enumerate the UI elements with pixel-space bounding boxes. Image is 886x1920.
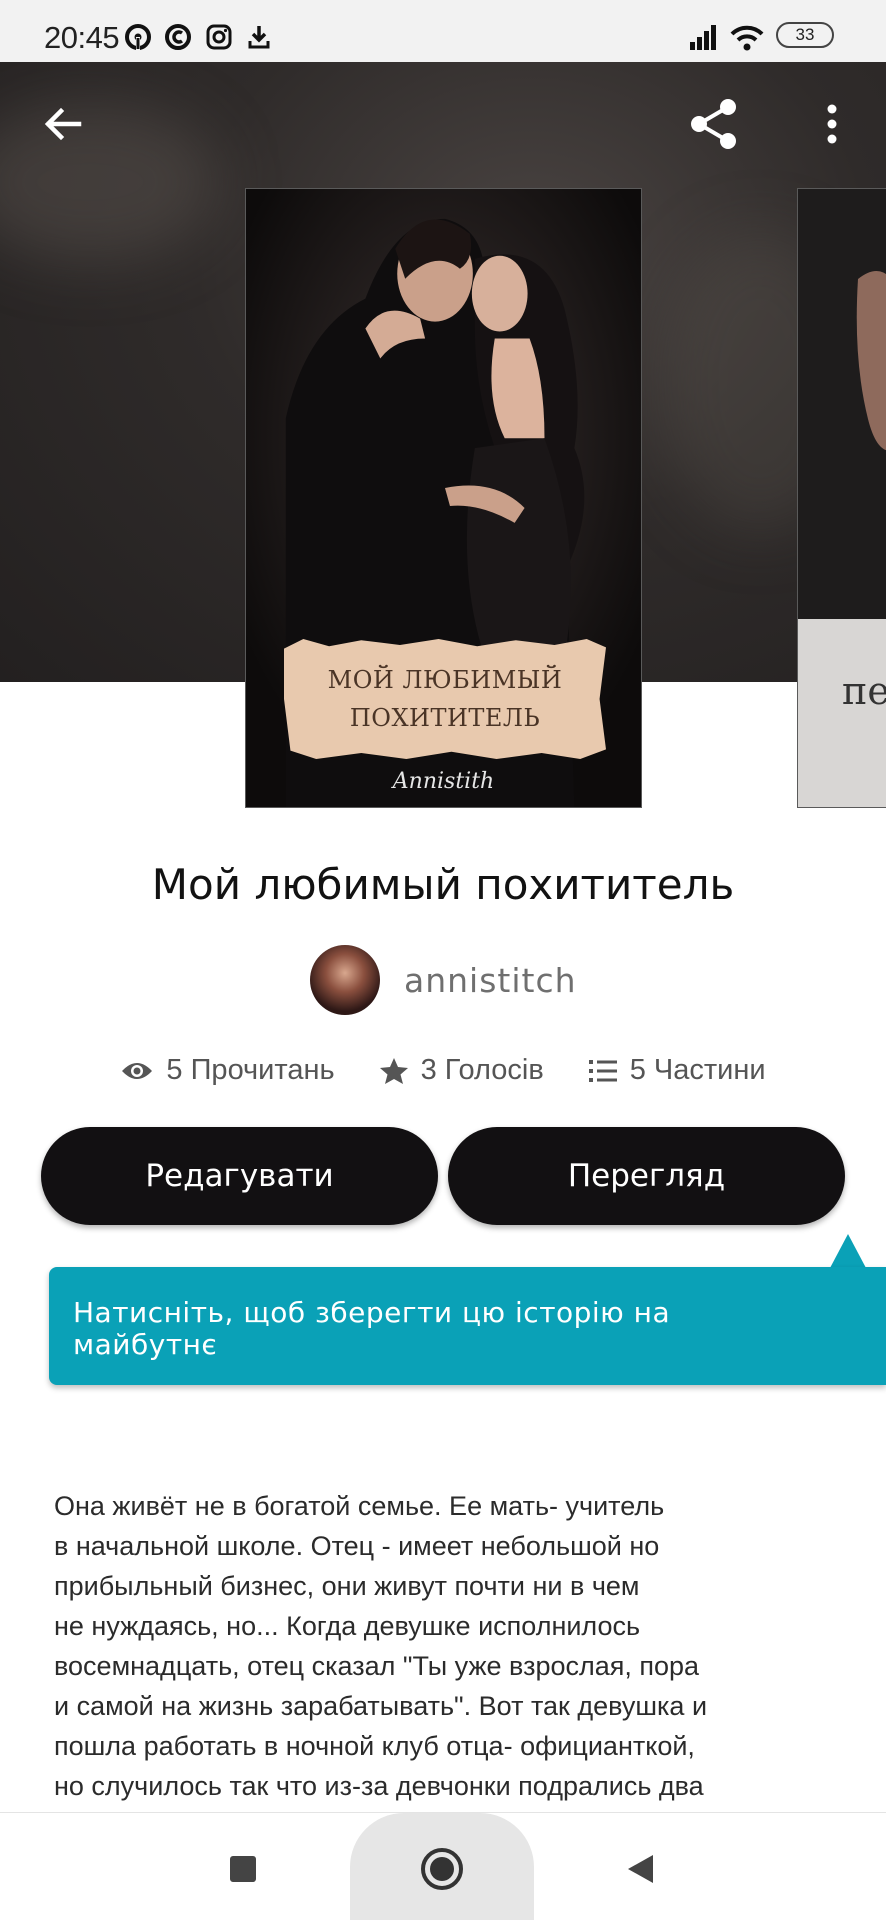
story-title: Мой любимый похититель: [151, 860, 735, 909]
list-icon: [588, 1059, 617, 1082]
status-time: 20:45: [44, 20, 120, 55]
stat-reads: 5 Прочитань: [120, 1054, 335, 1087]
story-stats: 5 Прочитань 3 Голосів 5 Частини: [0, 1054, 886, 1087]
more-vertical-icon: [827, 104, 837, 144]
next-story-cover[interactable]: пе: [797, 188, 886, 808]
author-avatar[interactable]: [310, 945, 380, 1015]
preview-button[interactable]: Перегляд: [448, 1127, 845, 1225]
stat-parts-label: 5 Частини: [629, 1054, 766, 1086]
back-nav-button[interactable]: [612, 1841, 668, 1897]
signal-icon: [690, 25, 716, 50]
instagram-icon: [206, 24, 232, 50]
stat-parts: 5 Частини: [588, 1054, 766, 1087]
cover-title: МОЙ ЛЮБИМЫЙ ПОХИТИТЕЛЬ: [284, 661, 606, 737]
recents-button[interactable]: [215, 1841, 271, 1897]
circle-home-icon: [421, 1848, 463, 1890]
c-app-icon: [165, 24, 191, 50]
download-icon: [248, 26, 270, 49]
share-button[interactable]: [682, 92, 746, 156]
status-bar: 20:45 33: [0, 0, 886, 62]
wifi-icon: [730, 25, 764, 51]
next-cover-text: пе: [842, 669, 886, 713]
triangle-back-icon: [628, 1855, 653, 1883]
square-icon: [230, 1856, 256, 1882]
more-options-button[interactable]: [800, 92, 864, 156]
arrow-left-icon: [44, 107, 82, 141]
tooltip-text: Натисніть, щоб зберегти цю історію на ма…: [73, 1296, 671, 1361]
cover-title-line2: ПОХИТИТЕЛЬ: [349, 704, 541, 732]
cover-title-banner: МОЙ ЛЮБИМЫЙ ПОХИТИТЕЛЬ: [284, 639, 606, 759]
story-description: Она живёт не в богатой семье. Ее мать- у…: [54, 1491, 708, 1801]
back-button[interactable]: [31, 92, 95, 156]
cover-title-line1: МОЙ ЛЮБИМЫЙ: [327, 666, 563, 694]
system-nav-bar: [0, 1812, 886, 1920]
battery-level: 33: [795, 25, 815, 44]
eye-icon: [122, 1062, 153, 1079]
battery-icon: 33: [776, 22, 834, 48]
edit-button[interactable]: Редагувати: [41, 1127, 438, 1225]
stat-votes-label: 3 Голосів: [420, 1054, 544, 1086]
author-row[interactable]: annistitch: [310, 944, 577, 1016]
stat-reads-label: 5 Прочитань: [166, 1054, 335, 1086]
next-cover-illustration: [798, 189, 886, 619]
save-story-tooltip[interactable]: Натисніть, щоб зберегти цю історію на ма…: [49, 1267, 886, 1385]
author-name[interactable]: annistitch: [404, 961, 577, 1000]
hotspot-icon: [125, 24, 151, 50]
next-cover-band: [798, 619, 886, 807]
star-icon: [379, 1057, 408, 1084]
story-cover[interactable]: МОЙ ЛЮБИМЫЙ ПОХИТИТЕЛЬ Annistith: [245, 188, 642, 808]
stat-votes: 3 Голосів: [379, 1054, 544, 1087]
tooltip-arrow: [830, 1234, 866, 1268]
share-icon: [691, 99, 736, 149]
cover-author-signature: Annistith: [392, 769, 495, 794]
home-button[interactable]: [414, 1841, 470, 1897]
